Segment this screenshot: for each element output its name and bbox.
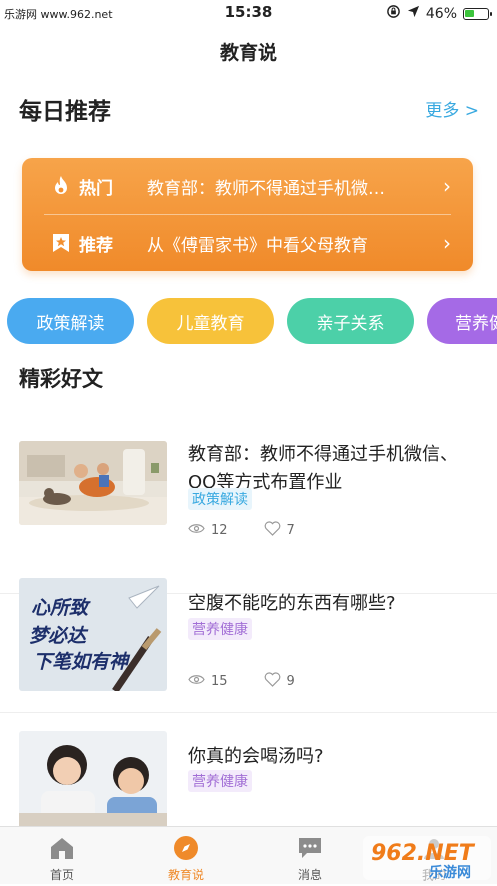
thumb-calligraphy-1: 心所致 xyxy=(31,597,91,619)
home-icon xyxy=(47,833,77,863)
category-row: 政策解读 儿童教育 亲子关系 营养健 xyxy=(7,298,497,346)
rec-tag: 热门 xyxy=(79,178,113,199)
rec-tag: 推荐 xyxy=(79,235,113,256)
watermark-sub: 乐游网 xyxy=(429,864,471,881)
site-watermark: 962.NET 乐游网 xyxy=(363,834,491,882)
heart-icon xyxy=(264,672,281,691)
battery-percent: 46% xyxy=(425,5,457,22)
views-count: 12 xyxy=(211,523,228,538)
likes-count: 9 xyxy=(286,674,295,689)
rec-item-hot[interactable]: 热门 教育部：教师不得通过手机微… › xyxy=(22,158,473,214)
thumb-calligraphy-3: 下笔如有神 xyxy=(33,651,131,673)
likes-stat[interactable]: 9 xyxy=(264,672,295,691)
article-stats: 15 9 xyxy=(188,672,331,691)
eye-icon xyxy=(188,523,205,538)
page-title: 教育说 xyxy=(219,42,277,64)
thumb-calligraphy-2: 梦必达 xyxy=(29,625,89,647)
article-thumbnail xyxy=(19,731,167,826)
rec-text: 教育部：教师不得通过手机微… xyxy=(147,178,385,199)
rec-text: 从《傅雷家书》中看父母教育 xyxy=(147,235,368,256)
battery-icon xyxy=(463,7,492,20)
daily-heading: 每日推荐 xyxy=(19,99,111,125)
chevron-right-icon: › xyxy=(443,174,451,198)
article-title: 空腹不能吃的东西有哪些? xyxy=(188,593,396,614)
category-pill-children[interactable]: 儿童教育 xyxy=(147,298,274,344)
flame-icon xyxy=(51,175,71,197)
message-icon xyxy=(295,833,325,863)
tab-label: 教育说 xyxy=(167,868,204,882)
watermark-brand: 962.NET xyxy=(371,841,476,866)
status-indicators: 46% xyxy=(386,4,492,23)
views-count: 15 xyxy=(211,674,228,689)
article-item[interactable]: 教育部：教师不得通过手机微信、QQ等方式布置作业 政策解读 12 7 xyxy=(0,441,497,594)
views-stat: 15 xyxy=(188,674,228,689)
star-badge-icon xyxy=(51,232,71,254)
compass-icon xyxy=(171,833,201,863)
article-tag: 营养健康 xyxy=(188,618,252,640)
category-pill-policy[interactable]: 政策解读 xyxy=(7,298,134,344)
tab-home[interactable]: 首页 xyxy=(17,833,107,883)
eye-icon xyxy=(188,674,205,689)
likes-stat[interactable]: 7 xyxy=(264,521,295,540)
status-bar: 乐游网 www.962.net 15:38 46% xyxy=(0,0,497,26)
more-link[interactable]: 更多 > xyxy=(425,96,479,121)
article-thumbnail: 心所致 梦必达 下笔如有神 xyxy=(19,578,167,691)
rec-item-recommend[interactable]: 推荐 从《傅雷家书》中看父母教育 › xyxy=(22,215,473,271)
article-thumbnail xyxy=(19,441,167,525)
tab-label: 首页 xyxy=(49,868,74,882)
location-arrow-icon xyxy=(407,5,420,22)
likes-count: 7 xyxy=(286,523,295,538)
article-title: 你真的会喝汤吗? xyxy=(188,746,324,767)
chevron-right-icon: › xyxy=(443,231,451,255)
recommendation-card: 热门 教育部：教师不得通过手机微… › 推荐 从《傅雷家书》中看父母教育 › xyxy=(22,158,473,271)
article-tag: 营养健康 xyxy=(188,770,252,792)
category-pill-parenting[interactable]: 亲子关系 xyxy=(287,298,414,344)
views-stat: 12 xyxy=(188,523,228,538)
article-item[interactable]: 心所致 梦必达 下笔如有神 空腹不能吃的东西有哪些? 营养健康 15 9 xyxy=(0,578,497,713)
tab-label: 消息 xyxy=(297,868,322,882)
category-pill-nutrition[interactable]: 营养健 xyxy=(427,298,497,344)
article-stats: 12 7 xyxy=(188,521,331,540)
heart-icon xyxy=(264,521,281,540)
tab-messages[interactable]: 消息 xyxy=(265,833,355,883)
tab-education[interactable]: 教育说 xyxy=(141,833,231,883)
article-tag: 政策解读 xyxy=(188,488,252,510)
articles-heading: 精彩好文 xyxy=(19,367,103,391)
rotation-lock-icon xyxy=(386,4,401,23)
article-item[interactable]: 你真的会喝汤吗? 营养健康 xyxy=(0,731,497,826)
